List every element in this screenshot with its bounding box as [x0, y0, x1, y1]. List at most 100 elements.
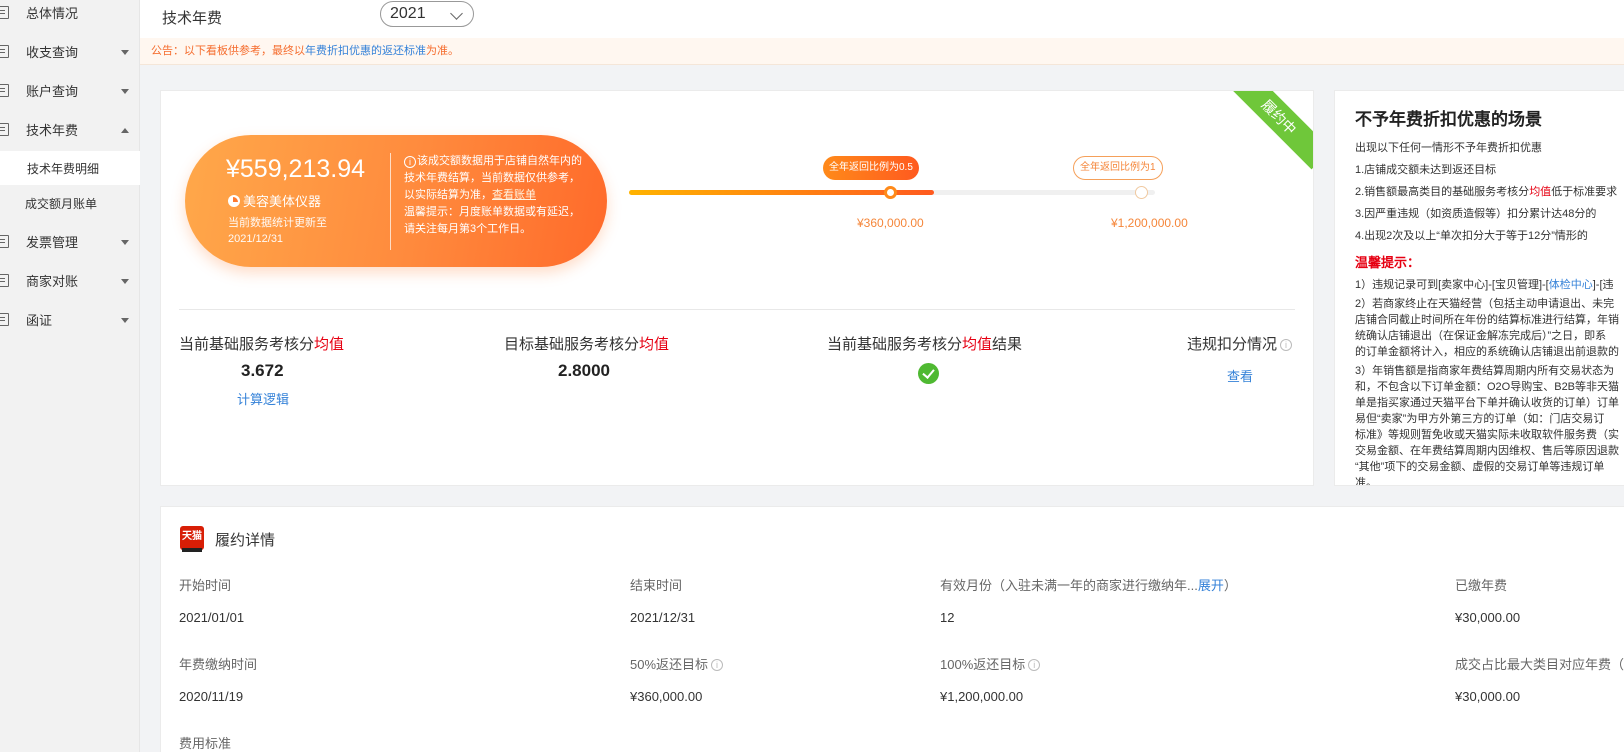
view-bill-link[interactable]: 查看账单 [492, 189, 536, 201]
sidebar-item-letter[interactable]: 函证 [0, 300, 140, 339]
calc-logic-link[interactable]: 计算逻辑 [237, 389, 289, 408]
sidebar-item-label: 技术年费 [26, 123, 79, 138]
fulfillment-title: 履约详情 [215, 532, 276, 549]
tip-line: 和，不包含以下订单金额：O2O导购宝、B2B等非天猫 [1355, 381, 1620, 393]
target-50-value: ¥360,000.00 [630, 689, 703, 704]
valid-months-value: 12 [940, 610, 955, 625]
sales-note-tip: 温馨提示：月度账单数据或有延迟，请关注每月第3个工作日。 [404, 206, 580, 235]
metric-label-text: 目标基础服务考核分 [504, 336, 640, 353]
sales-amount-pill: ¥559,213.94 美容美体仪器 当前数据统计更新至 2021/12/31 … [185, 135, 607, 267]
health-center-link[interactable]: 体检中心 [1549, 279, 1593, 291]
metric-label-text: 结果 [992, 336, 1023, 353]
metric-label-highlight: 均值 [314, 336, 345, 353]
milestone-amount-100: ¥1,200,000.00 [1111, 216, 1188, 230]
sidebar-item-label: 账户查询 [26, 84, 79, 99]
pay-time-label: 年费缴纳时间 [179, 657, 258, 672]
rules-card: 不予年费折扣优惠的场景 出现以下任何一情形不予年费折扣优惠 1.店铺成交额未达到… [1334, 90, 1624, 486]
sidebar-subitem-monthly-bill[interactable]: 成交额月账单 [0, 186, 140, 220]
start-time-label: 开始时间 [179, 578, 232, 593]
fee-standard-label: 费用标准 [179, 736, 232, 751]
sales-amount: ¥559,213.94 [226, 155, 366, 183]
sidebar-item-tech-fee[interactable]: 技术年费 [0, 110, 140, 149]
rule-item: 4.出现2次及以上“单次扣分大于等于12分”情形的 [1355, 230, 1588, 242]
tip-text: 1）违规记录可到[卖家中心]-[宝贝管理]-[ [1355, 279, 1549, 291]
sidebar-item-reconcile[interactable]: 商家对账 [0, 261, 140, 300]
max-category-fee-label: 成交占比最大类目对应年费（ [1455, 657, 1624, 672]
metric-current-score-label: 当前基础服务考核分均值 [179, 333, 344, 354]
metric-score-result-label: 当前基础服务考核分均值结果 [827, 333, 1022, 354]
sidebar-subitem-label: 成交额月账单 [25, 196, 98, 211]
paid-fee-value: ¥30,000.00 [1455, 610, 1521, 625]
shop-category-label: 美容美体仪器 [243, 194, 322, 209]
info-icon[interactable]: i [1028, 659, 1041, 671]
rule-text: 2.销售额最高类目的基础服务考核分 [1355, 186, 1530, 198]
notice-link[interactable]: 年费折扣优惠的返还标准 [305, 45, 426, 57]
status-ribbon: 履约中 [1226, 91, 1313, 170]
tip-text: ]-[违 [1592, 279, 1614, 291]
metric-label-text: 违规扣分情况 [1187, 336, 1278, 353]
metric-label-highlight: 均值 [962, 336, 993, 353]
label-text: 有效月份（入驻未满一年的商家进行缴纳年... [940, 578, 1198, 593]
metric-current-score-value: 3.672 [241, 361, 284, 380]
max-category-fee-value: ¥30,000.00 [1455, 689, 1521, 704]
shop-category: 美容美体仪器 [228, 191, 321, 210]
invoice-icon [0, 313, 9, 326]
info-icon[interactable]: i [1280, 339, 1293, 351]
label-text: ） [1223, 578, 1237, 593]
view-violation-link[interactable]: 查看 [1227, 366, 1253, 385]
warm-tip-title: 温馨提示： [1355, 255, 1421, 270]
tip-line: 单是指买家通过天猫平台下单并确认收货的订单）订单 [1355, 397, 1619, 409]
pay-time-value: 2020/11/19 [179, 689, 244, 704]
metric-label-text: 当前基础服务考核分 [827, 336, 963, 353]
sidebar-subitem-tech-fee-detail[interactable]: 技术年费明细 [0, 151, 140, 185]
tip-line: 统确认店铺退出（在保证金解冻完成后）”之日，即系 [1355, 330, 1607, 342]
sidebar-item-invoice[interactable]: 发票管理 [0, 222, 140, 261]
page-title: 技术年费 [162, 10, 223, 27]
sales-note: i 该成交额数据用于店铺自然年内的技术年费结算，当前数据仅供参考，以实际结算为准，… [404, 153, 582, 238]
target-100-value: ¥1,200,000.00 [940, 689, 1024, 704]
tip-line: 准。 [1355, 477, 1377, 486]
sidebar-item-income[interactable]: 收支查询 [0, 32, 140, 71]
sidebar-item-overview[interactable]: 总体情况 [0, 0, 140, 32]
invoice-icon [0, 235, 9, 248]
sidebar-item-label: 收支查询 [26, 45, 79, 60]
update-info: 当前数据统计更新至 2021/12/31 [228, 215, 338, 247]
tip-line: “其他”项下的交易金额、虚假的交易订单等违规订单 [1355, 461, 1605, 473]
metric-target-score-value: 2.8000 [558, 361, 610, 380]
chevron-down-icon [121, 278, 129, 284]
milestone-tag-50: 全年返回比例为0.5 [823, 156, 919, 180]
info-icon[interactable]: i [711, 659, 724, 671]
milestone-dot-100 [1135, 186, 1148, 199]
notice-prefix: 公告：以下看板供参考，最终以 [151, 45, 305, 57]
yen-doc-icon [0, 6, 9, 19]
sidebar-item-label: 总体情况 [26, 6, 79, 21]
tip-line: 店铺合同截止时间所在年份的结算标准进行结算，年销 [1355, 314, 1619, 326]
metric-label-highlight: 均值 [639, 336, 670, 353]
sidebar: 总体情况 收支查询 账户查询 技术年费 技术年费明细 成交额月账单 发票管理 商… [0, 0, 140, 752]
start-time-value: 2021/01/01 [179, 610, 245, 625]
invoice-icon [0, 274, 9, 287]
grid-icon [0, 123, 9, 136]
valid-months-label: 有效月份（入驻未满一年的商家进行缴纳年...展开） [940, 575, 1237, 594]
update-label: 当前数据统计更新至 [228, 217, 327, 229]
metric-violation-label: 违规扣分情况 i [1187, 333, 1293, 354]
end-time-label: 结束时间 [630, 578, 683, 593]
pie-icon [228, 194, 240, 207]
top-bar: 技术年费 2021 [140, 0, 1624, 38]
sidebar-item-label: 函证 [26, 313, 53, 328]
check-circle-icon [918, 363, 939, 384]
year-select[interactable]: 2021 [380, 1, 474, 27]
label-text: 100%返还目标 [940, 657, 1026, 672]
rules-intro: 出现以下任何一情形不予年费折扣优惠 [1355, 142, 1542, 154]
metric-label-text: 当前基础服务考核分 [179, 336, 315, 353]
chevron-down-icon [121, 317, 129, 323]
chevron-down-icon [121, 49, 129, 55]
milestone-dot-50 [884, 186, 897, 199]
warm-tip-3: 3）年销售额是指商家年费结算周期内所有交易状态为 和，不包含以下订单金额：O2O… [1355, 363, 1624, 486]
sidebar-item-account[interactable]: 账户查询 [0, 71, 140, 110]
grid-icon [0, 84, 9, 97]
expand-link[interactable]: 展开 [1198, 578, 1224, 593]
warm-tip-2: 2）若商家终止在天猫经营（包括主动申请退出、未完 店铺合同截止时间所在年份的结算… [1355, 296, 1624, 360]
progress-bar [629, 186, 1155, 199]
tip-line: 标准》等规则暂免收或天猫实际未收取软件服务费（实 [1355, 429, 1619, 441]
